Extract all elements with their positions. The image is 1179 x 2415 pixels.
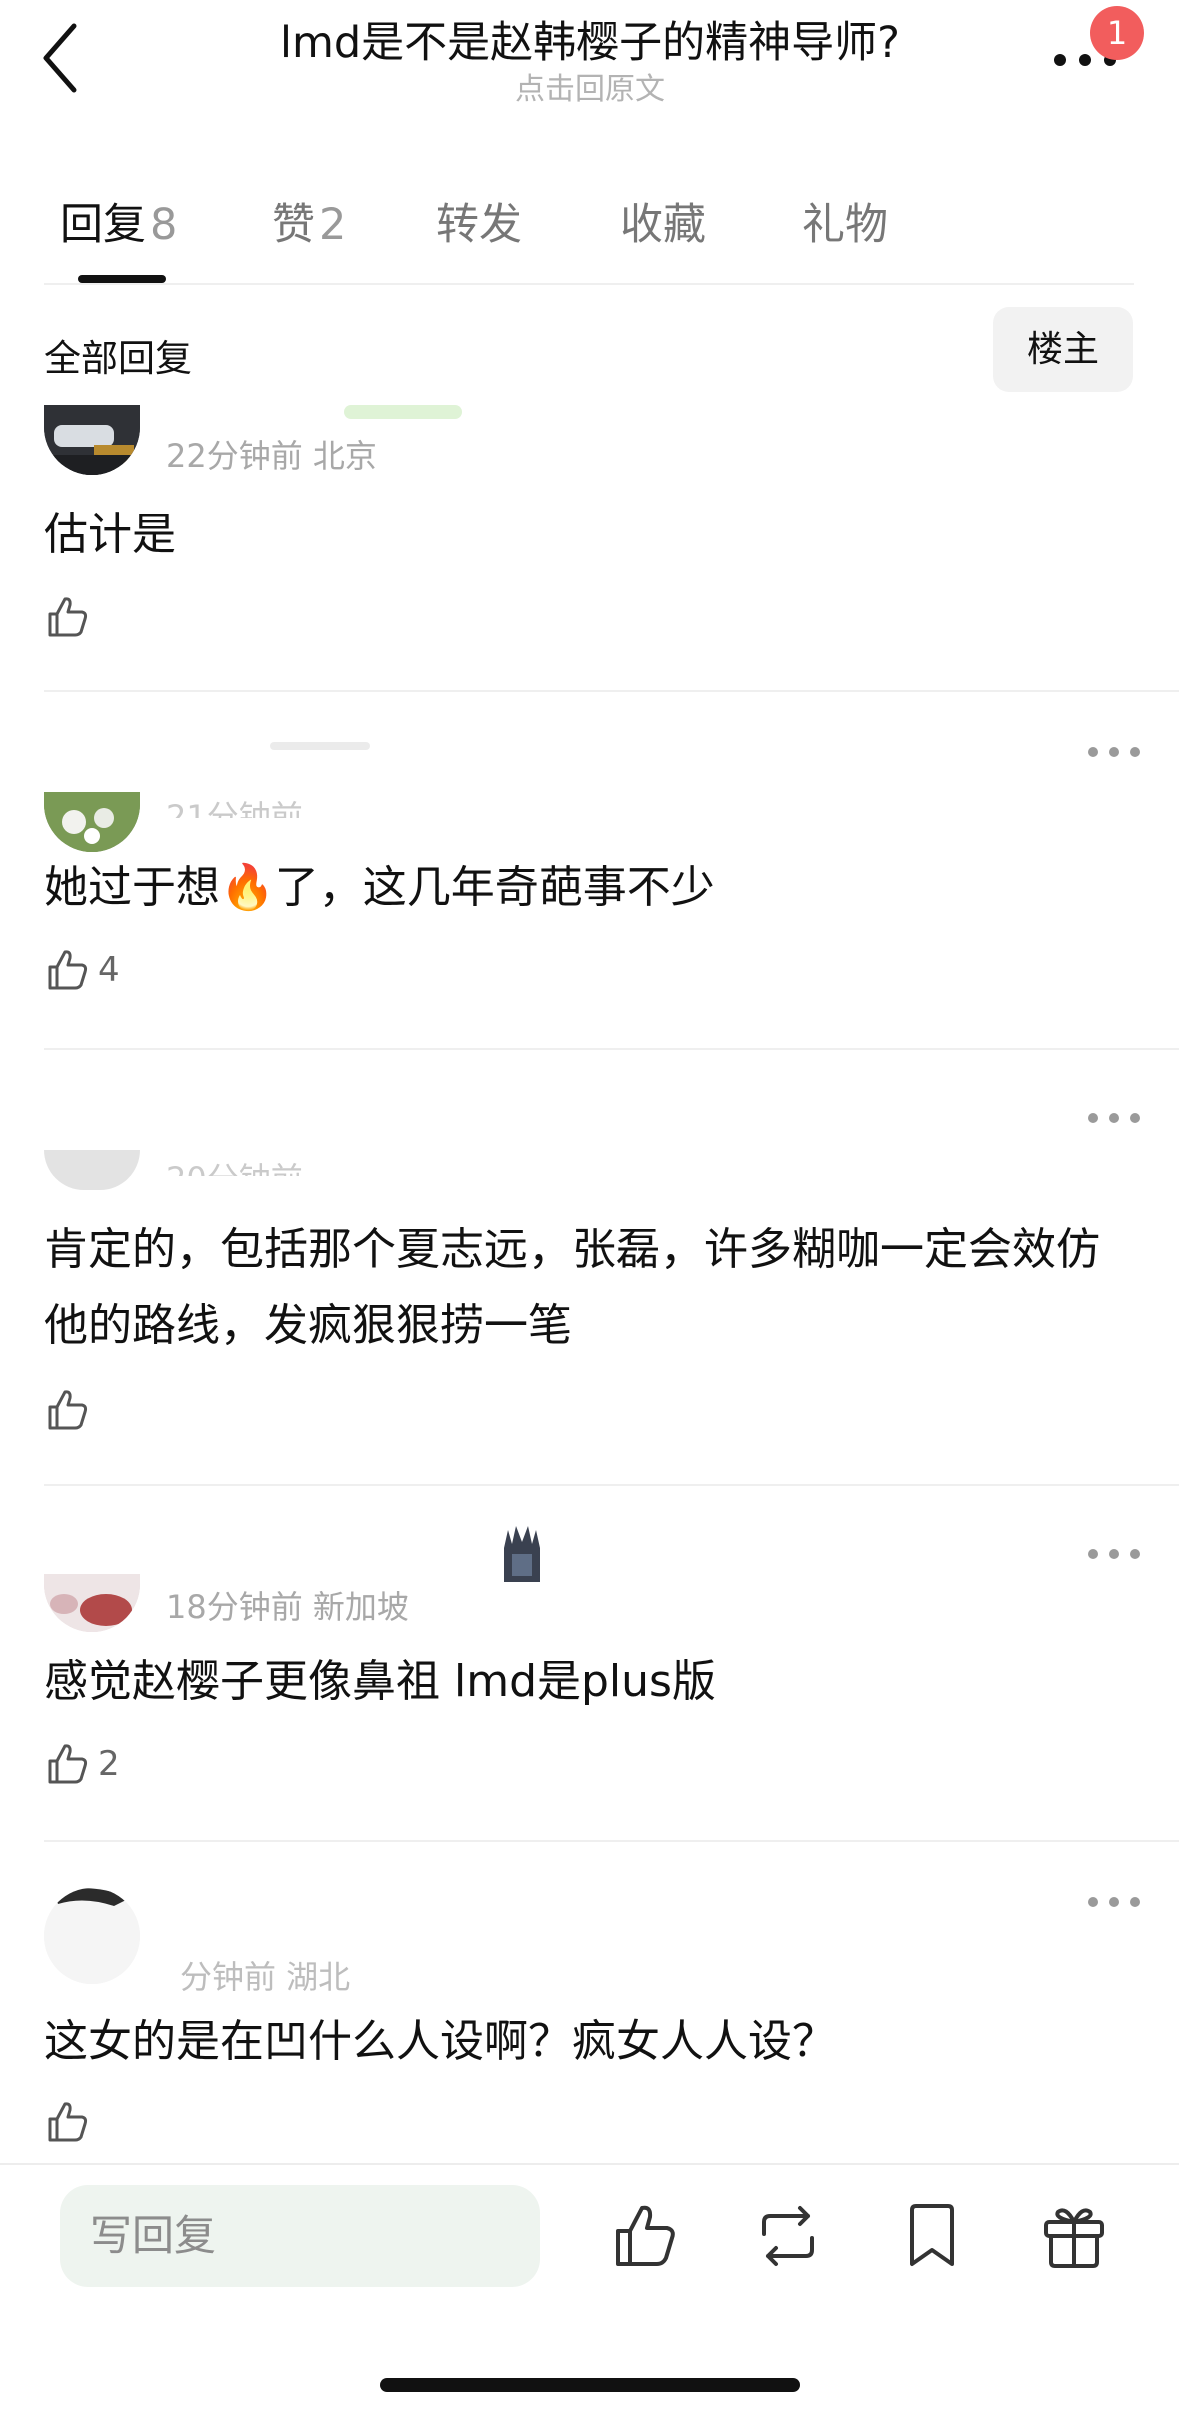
bottom-bar-divider (0, 2163, 1179, 2165)
tab-count: 2 (319, 200, 347, 250)
avatar-image (44, 1574, 140, 1632)
tab-gifts[interactable]: 礼物 (802, 190, 888, 252)
iron-throne-badge-icon (500, 1524, 544, 1584)
tab-label: 回复 (60, 200, 146, 250)
repost-icon (762, 2206, 814, 2266)
avatar[interactable] (44, 792, 140, 852)
user-tag-badge (344, 405, 462, 419)
comment-text: 这女的是在凹什么人设啊？疯女人人设？ (44, 2016, 836, 2067)
thumbs-up-icon (48, 597, 88, 637)
gift-icon (1044, 2208, 1104, 2268)
notification-badge: 1 (1090, 6, 1144, 60)
list-item: 22分钟前 北京 估计是 (0, 405, 1179, 685)
tab-replies[interactable]: 回复8 (60, 190, 177, 252)
comment-meta: 21分钟前 (166, 798, 303, 818)
thumbs-up-icon (48, 1390, 88, 1430)
thumbs-up-icon (48, 2102, 88, 2142)
thumbs-up-icon (48, 950, 88, 990)
like-button[interactable] (44, 1386, 92, 1434)
avatar[interactable] (44, 1574, 140, 1632)
avatar-image (44, 405, 140, 475)
list-item: 21分钟前 她过于想🔥了，这几年奇葩事不少 4 (0, 692, 1179, 1050)
list-item: 20分钟前 肯定的，包括那个夏志远，张磊，许多糊咖一定会效仿他的路线，发疯狠狠捞… (0, 1050, 1179, 1486)
bookmark-icon (910, 2204, 954, 2266)
comment-more-button[interactable] (1088, 744, 1140, 760)
reply-input[interactable]: 写回复 (60, 2185, 540, 2287)
like-count: 4 (98, 950, 120, 990)
tab-label: 赞 (272, 200, 315, 250)
back-button[interactable] (38, 20, 88, 96)
like-button[interactable]: 2 (44, 1740, 120, 1788)
avatar[interactable] (44, 405, 140, 475)
repost-button[interactable] (752, 2200, 824, 2272)
tab-label: 转发 (436, 200, 522, 250)
comment-text: 她过于想🔥了，这几年奇葩事不少 (44, 862, 715, 913)
list-item: 分钟前 湖北 这女的是在凹什么人设啊？疯女人人设？ (0, 1842, 1179, 2162)
tabs-divider (44, 283, 1134, 285)
tab-favorites[interactable]: 收藏 (620, 190, 706, 252)
avatar[interactable] (44, 1150, 140, 1190)
bookmark-button[interactable] (896, 2200, 968, 2272)
tab-label: 礼物 (802, 200, 888, 250)
like-button[interactable] (44, 2098, 92, 2146)
tab-label: 收藏 (620, 200, 706, 250)
tab-count: 8 (150, 200, 178, 250)
avatar-image (44, 792, 140, 852)
comment-text: 感觉赵樱子更像鼻祖 lmd是plus版 (44, 1656, 716, 1707)
list-item: 18分钟前 新加坡 感觉赵樱子更像鼻祖 lmd是plus版 2 (0, 1486, 1179, 1842)
avatar-image (44, 1888, 140, 1984)
like-count: 2 (98, 1744, 120, 1784)
username-fragment (270, 742, 370, 750)
comment-more-button[interactable] (1088, 1546, 1140, 1562)
comment-meta: 20分钟前 (166, 1154, 303, 1176)
post-title[interactable]: lmd是不是赵韩樱子的精神导师? (200, 8, 980, 70)
comment-meta: 18分钟前 新加坡 (166, 1588, 409, 1626)
like-post-button[interactable] (610, 2200, 682, 2272)
thumbs-up-icon (616, 2205, 675, 2266)
back-to-post-link[interactable]: 点击回原文 (400, 64, 780, 108)
like-button[interactable]: 4 (44, 946, 120, 994)
comment-text: 肯定的，包括那个夏志远，张磊，许多糊咖一定会效仿他的路线，发疯狠狠捞一笔 (44, 1224, 1100, 1351)
owner-only-button[interactable]: 楼主 (993, 307, 1133, 392)
home-indicator[interactable] (380, 2378, 800, 2392)
comment-meta: 分钟前 湖北 (180, 1958, 351, 1996)
active-tab-indicator (78, 275, 166, 283)
comment-text: 估计是 (44, 509, 176, 560)
comment-more-button[interactable] (1088, 1894, 1140, 1910)
like-button[interactable] (44, 593, 92, 641)
gift-button[interactable] (1038, 2200, 1110, 2272)
tab-likes[interactable]: 赞2 (272, 190, 346, 252)
avatar[interactable] (44, 1888, 140, 1984)
thumbs-up-icon (48, 1744, 88, 1784)
tab-reposts[interactable]: 转发 (436, 190, 522, 252)
all-replies-label[interactable]: 全部回复 (44, 328, 192, 382)
comment-meta: 22分钟前 北京 (166, 437, 377, 475)
comment-more-button[interactable] (1088, 1110, 1140, 1126)
chevron-left-icon (43, 23, 77, 93)
